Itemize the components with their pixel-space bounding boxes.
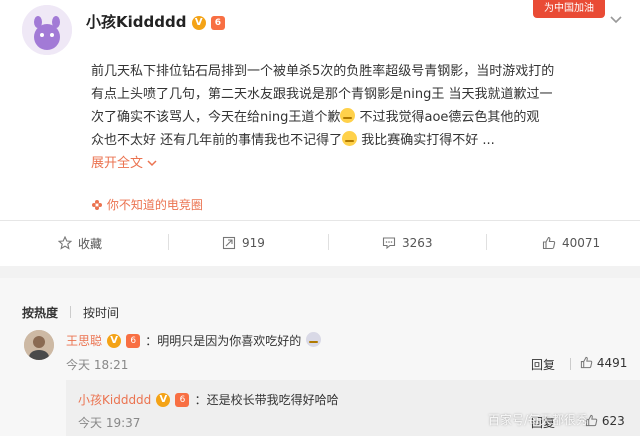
post-line-4-tail: 我比赛确实打得不好 ... (357, 133, 495, 148)
comment-like-button[interactable]: 4491 (580, 356, 627, 370)
reply-time: 今天 19:37 (78, 416, 141, 430)
reply-like-count: 623 (601, 414, 625, 428)
chevron-down-icon (147, 160, 157, 167)
commenter-avatar[interactable] (24, 330, 54, 360)
favorite-label: 收藏 (78, 236, 103, 251)
author-avatar[interactable] (22, 5, 72, 55)
more-chevron-icon[interactable] (608, 14, 626, 28)
comment-text: ：明明只是因为你喜欢吃好的 (145, 334, 302, 348)
fan-level-icon: 6 (210, 15, 225, 30)
post-line-1: 前几天私下排位钻石局排到一个被单杀5次的负胜率超级号青钢影，当时游戏打的 (91, 64, 555, 79)
post-body: 前几天私下排位钻石局排到一个被单杀5次的负胜率超级号青钢影，当时游戏打的 有点上… (91, 60, 635, 175)
expand-label: 展开全文 (91, 156, 144, 171)
post-line-4: 众也不太好 还有几年前的事情我也不记得了 我比赛确实打得不好 ... (91, 129, 635, 152)
divider (70, 306, 71, 318)
topic-label: 你不知道的电竞圈 (106, 198, 203, 212)
reply-line: 小孩Kiddddd V 6 ：还是校长带我吃得好哈哈 (78, 389, 339, 408)
verified-icon: V (191, 15, 206, 30)
post-line-2: 有点上头喷了几句，第二天水友跟我说是那个青钢影是ning王 当天我就道歉过一 (91, 87, 553, 102)
like-button[interactable]: 40071 (542, 233, 600, 253)
post-line-4-head: 众也不太好 还有几年前的事情我也不记得了 (91, 133, 343, 148)
comment-reply-button[interactable]: 回复 (531, 356, 555, 373)
post-line-3-head: 次了确实不该骂人，今天在给ning王道个歉 (91, 110, 341, 125)
topic-link[interactable]: 你不知道的电竞圈 (91, 196, 203, 213)
sort-by-hot-tab[interactable]: 按热度 (22, 304, 58, 321)
author-name-row: 小孩Kiddddd V 6 (86, 11, 225, 32)
author-name[interactable]: 小孩Kiddddd (86, 13, 186, 31)
thumb-up-icon (542, 236, 556, 250)
post-line-3: 次了确实不该骂人，今天在给ning王道个歉 不过我觉得aoe德云色其他的观 (91, 106, 635, 129)
reply-like-button[interactable]: 623 (585, 414, 625, 428)
favorite-button[interactable]: 收藏 (58, 233, 102, 253)
sweat-emoji-icon (340, 108, 356, 123)
event-badge: 为中国加油 (533, 0, 605, 18)
divider (0, 220, 640, 221)
comment-count: 3263 (402, 236, 433, 250)
verified-icon: V (107, 333, 122, 348)
divider (328, 234, 329, 250)
section-separator (0, 266, 640, 278)
emoji-icon (306, 332, 322, 347)
reply-text: ：还是校长带我吃得好哈哈 (194, 393, 339, 407)
comment-time: 今天 18:21 (66, 358, 129, 372)
repost-count: 919 (242, 236, 265, 250)
thumb-up-icon (580, 356, 593, 369)
expand-link[interactable]: 展开全文 (91, 152, 635, 175)
star-icon (58, 236, 72, 250)
divider (570, 358, 571, 370)
sweat-emoji-icon (342, 131, 358, 146)
comment-icon (382, 237, 396, 250)
comment-like-count: 4491 (596, 356, 628, 370)
sort-by-time-tab[interactable]: 按时间 (83, 304, 119, 321)
avatar-image (22, 5, 72, 55)
fan-level-icon: 6 (175, 392, 190, 407)
divider (486, 234, 487, 250)
flower-icon (92, 200, 102, 210)
like-count: 40071 (562, 236, 601, 250)
comment-line: 王思聪 V 6 ：明明只是因为你喜欢吃好的 (66, 330, 322, 349)
avatar-image (24, 330, 54, 360)
comment-button[interactable]: 3263 (382, 233, 433, 253)
divider (168, 234, 169, 250)
watermark: 百家号/每天都很秀 (488, 413, 589, 427)
commenter-name[interactable]: 王思聪 (66, 334, 102, 348)
post-line-3-tail: 不过我觉得aoe德云色其他的观 (355, 110, 540, 125)
reply-author-name[interactable]: 小孩Kiddddd (78, 393, 151, 407)
repost-icon (222, 236, 236, 250)
verified-icon: V (156, 392, 171, 407)
repost-button[interactable]: 919 (222, 233, 265, 253)
fan-level-icon: 6 (126, 333, 141, 348)
